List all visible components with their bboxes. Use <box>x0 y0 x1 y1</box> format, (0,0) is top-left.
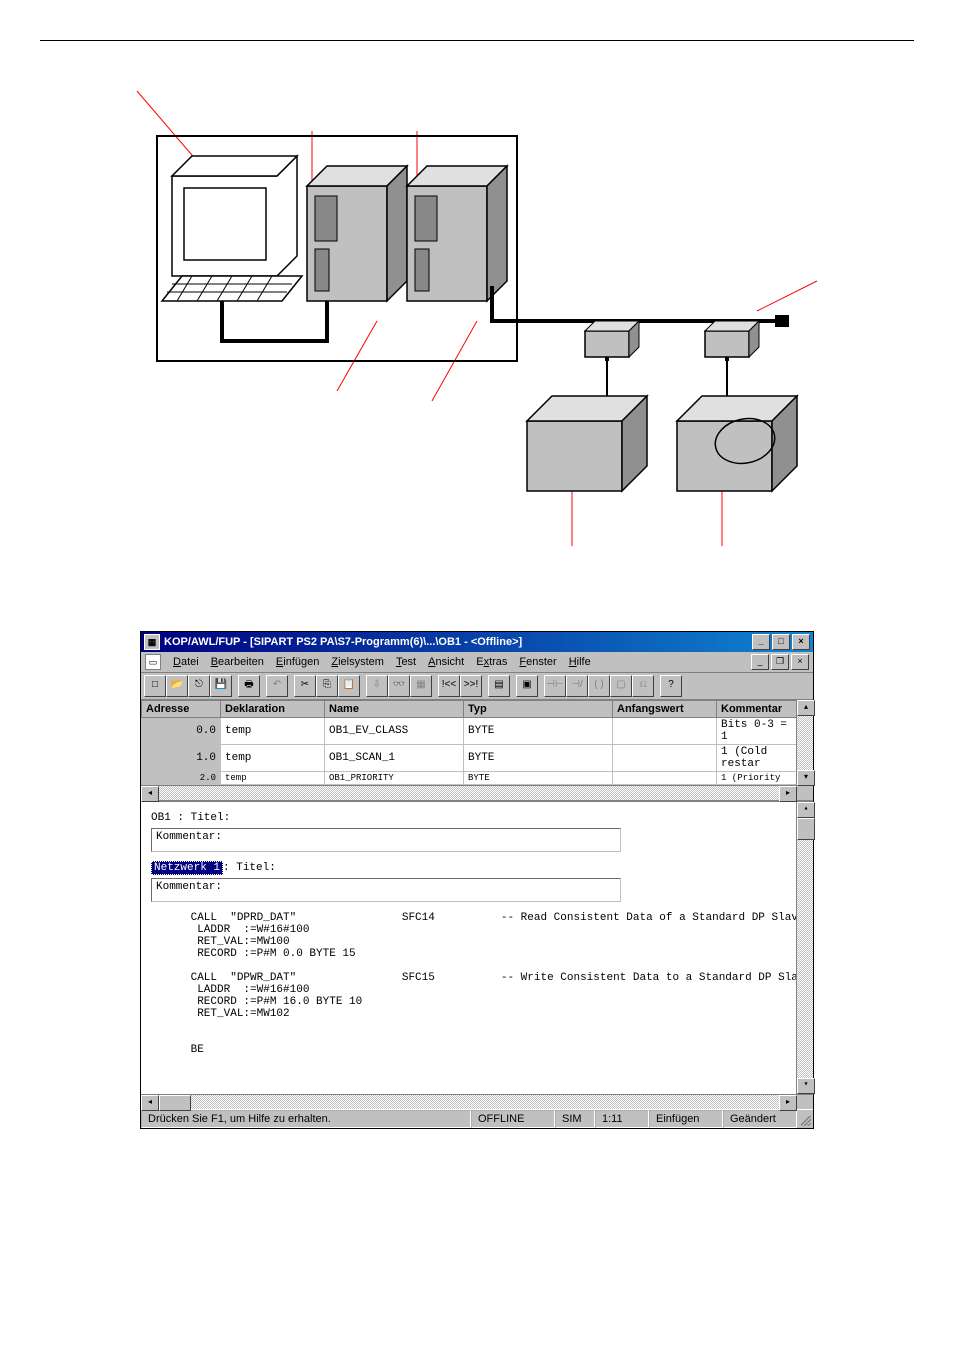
ob1-title-label: OB1 : Titel: <box>151 812 787 824</box>
status-hint: Drücken Sie F1, um Hilfe zu erhalten. <box>141 1110 471 1128</box>
scroll-left-icon[interactable]: ◂ <box>141 1095 159 1111</box>
minimize-button[interactable]: _ <box>752 634 770 650</box>
view-toggle-button[interactable]: ▤ <box>488 675 510 697</box>
maximize-button[interactable]: □ <box>772 634 790 650</box>
copy-button[interactable]: ⎘ <box>316 675 338 697</box>
scroll-right-icon[interactable]: ▸ <box>779 786 797 802</box>
resize-grip-icon[interactable] <box>797 1110 813 1128</box>
plc-rack-2 <box>407 166 507 301</box>
menubar: ▭ Datei Bearbeiten Einfügen Zielsystem T… <box>141 652 813 673</box>
col-init[interactable]: Anfangswert <box>613 701 717 718</box>
code-editor[interactable]: OB1 : Titel: Kommentar: Netzwerk 1: Tite… <box>141 802 797 1094</box>
pc-icon <box>162 156 302 301</box>
declaration-panel: Adresse Deklaration Name Typ Anfangswert… <box>141 700 813 802</box>
help-button[interactable]: ? <box>660 675 682 697</box>
monitor-button[interactable]: 👓 <box>388 675 410 697</box>
paste-button[interactable]: 📋 <box>338 675 360 697</box>
decl-vscroll[interactable]: ▴ ▾ <box>796 700 813 786</box>
nw-prev-button[interactable]: !<< <box>438 675 460 697</box>
scroll-down-icon[interactable]: ▾ <box>797 770 815 786</box>
undo-button[interactable]: ↶ <box>266 675 288 697</box>
app-icon: ▦ <box>144 634 160 650</box>
window-title: KOP/AWL/FUP - [SIPART PS2 PA\S7-Programm… <box>164 636 752 648</box>
cut-button[interactable]: ✂ <box>294 675 316 697</box>
print-button[interactable]: 🖶 <box>238 675 260 697</box>
col-comment[interactable]: Kommentar <box>717 701 797 718</box>
menu-ansicht[interactable]: Ansicht <box>422 654 470 670</box>
menu-fenster[interactable]: Fenster <box>513 654 562 670</box>
ob1-comment-box[interactable]: Kommentar: <box>151 828 621 852</box>
table-row[interactable]: 0.0 temp OB1_EV_CLASS BYTE Bits 0-3 = 1 <box>142 718 797 745</box>
table-row[interactable]: 2.0 temp OB1_PRIORITY BYTE 1 (Priority <box>142 772 797 785</box>
col-name[interactable]: Name <box>325 701 464 718</box>
code-hscroll[interactable]: ◂ ▸ <box>141 1094 813 1109</box>
scroll-up-icon[interactable]: ▴ <box>797 802 815 818</box>
header-rule <box>40 40 914 41</box>
catalog-button[interactable]: ▣ <box>516 675 538 697</box>
system-diagram <box>117 71 837 571</box>
code-vscroll[interactable]: ▴ ▾ <box>796 802 813 1094</box>
menu-test[interactable]: Test <box>390 654 422 670</box>
field-device-1 <box>527 396 647 491</box>
statusbar: Drücken Sie F1, um Hilfe zu erhalten. OF… <box>141 1109 813 1128</box>
status-insert: Einfügen <box>649 1110 723 1128</box>
col-decl[interactable]: Deklaration <box>221 701 325 718</box>
open-button[interactable]: 📂 <box>166 675 188 697</box>
network-comment-box[interactable]: Kommentar: <box>151 878 621 902</box>
download-button[interactable]: ⇩ <box>366 675 388 697</box>
nw-next-button[interactable]: >>! <box>460 675 482 697</box>
col-addr[interactable]: Adresse <box>142 701 221 718</box>
close-button[interactable]: × <box>792 634 810 650</box>
scroll-down-icon[interactable]: ▾ <box>797 1078 815 1094</box>
scroll-thumb[interactable] <box>159 1095 191 1111</box>
open-online-button[interactable]: ⎋ <box>188 675 210 697</box>
scroll-up-icon[interactable]: ▴ <box>797 700 815 716</box>
plc-rack-1 <box>307 166 407 301</box>
app-window: ▦ KOP/AWL/FUP - [SIPART PS2 PA\S7-Progra… <box>140 631 814 1129</box>
table-row[interactable]: 1.0 temp OB1_SCAN_1 BYTE 1 (Cold restar <box>142 745 797 772</box>
status-changed: Geändert <box>723 1110 797 1128</box>
status-offline: OFFLINE <box>471 1110 555 1128</box>
block-button[interactable]: ▦ <box>410 675 432 697</box>
menu-einfuegen[interactable]: Einfügen <box>270 654 325 670</box>
awl-code[interactable]: CALL "DPRD_DAT" SFC14 -- Read Consistent… <box>151 912 787 1056</box>
scroll-left-icon[interactable]: ◂ <box>141 786 159 802</box>
menu-extras[interactable]: Extras <box>470 654 513 670</box>
status-sim: SIM <box>555 1110 595 1128</box>
mdi-restore-button[interactable]: ❐ <box>771 654 789 670</box>
menu-hilfe[interactable]: Hilfe <box>563 654 597 670</box>
coil-button[interactable]: ( ) <box>588 675 610 697</box>
network-title: Netzwerk 1: Titel: <box>151 862 787 874</box>
field-device-2 <box>677 396 797 491</box>
network-label-highlight[interactable]: Netzwerk 1 <box>151 861 223 875</box>
col-type[interactable]: Typ <box>464 701 613 718</box>
save-button[interactable]: 💾 <box>210 675 232 697</box>
decl-hscroll[interactable]: ◂ ▸ <box>141 785 813 800</box>
menu-bearbeiten[interactable]: Bearbeiten <box>205 654 270 670</box>
scroll-right-icon[interactable]: ▸ <box>779 1095 797 1111</box>
mdi-minimize-button[interactable]: _ <box>751 654 769 670</box>
menu-datei[interactable]: Datei <box>167 654 205 670</box>
scroll-thumb[interactable] <box>797 818 815 840</box>
new-button[interactable]: □ <box>144 675 166 697</box>
branch-button[interactable]: ⎌ <box>632 675 654 697</box>
titlebar: ▦ KOP/AWL/FUP - [SIPART PS2 PA\S7-Progra… <box>141 632 813 652</box>
contact-no-button[interactable]: ⊣⊢ <box>544 675 566 697</box>
menu-zielsystem[interactable]: Zielsystem <box>325 654 390 670</box>
status-pos: 1:11 <box>595 1110 649 1128</box>
contact-nc-button[interactable]: ⊣/⊢ <box>566 675 588 697</box>
box-button[interactable]: ▢ <box>610 675 632 697</box>
mdi-close-button[interactable]: × <box>791 654 809 670</box>
toolbar: □ 📂 ⎋ 💾 🖶 ↶ ✂ ⎘ 📋 ⇩ 👓 ▦ !<< >>! ▤ ▣ ⊣⊢ <box>141 673 813 700</box>
declaration-table: Adresse Deklaration Name Typ Anfangswert… <box>141 700 797 785</box>
mdi-icon[interactable]: ▭ <box>145 654 161 670</box>
